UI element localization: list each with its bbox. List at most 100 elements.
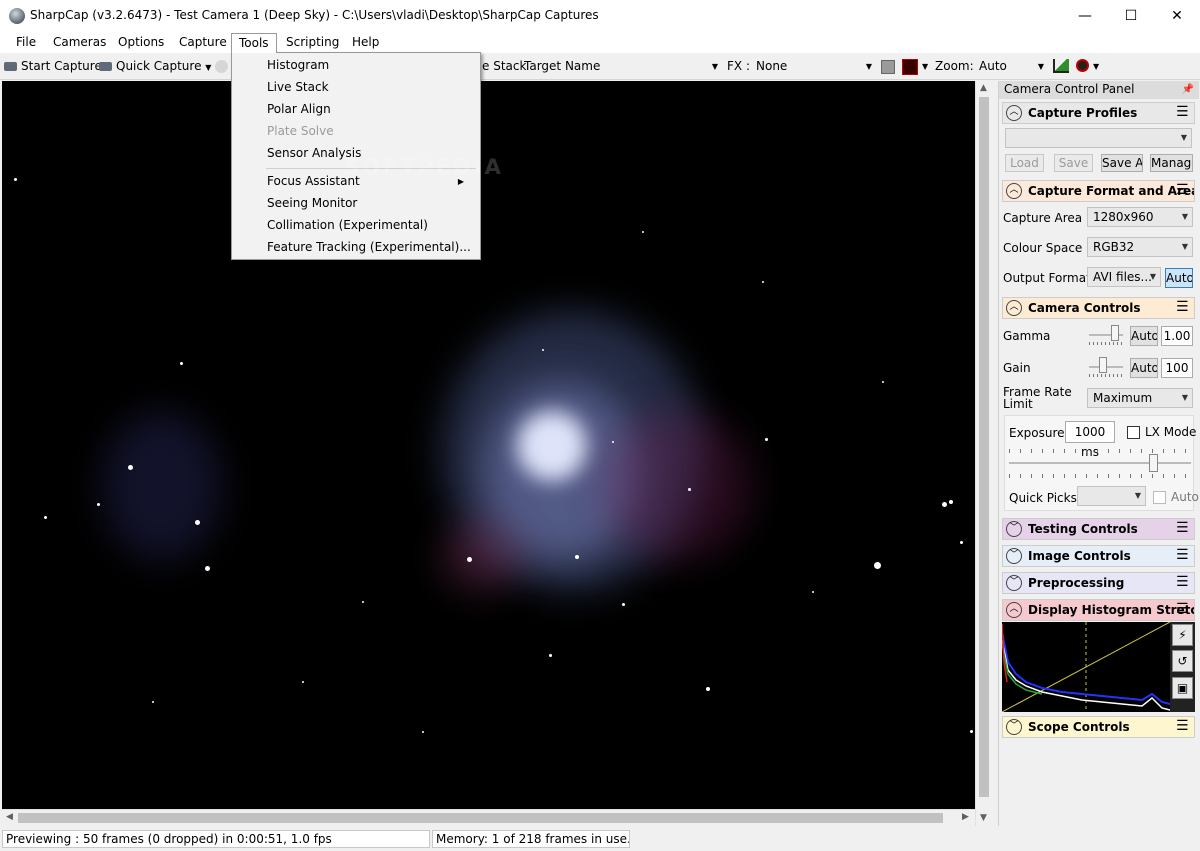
pin-icon[interactable]: 📌 — [1182, 81, 1194, 98]
camera-controls-header[interactable]: ︿ Camera Controls ☰ — [1002, 297, 1195, 319]
menu-icon[interactable]: ☰ — [1176, 602, 1190, 617]
capture-area-select[interactable]: 1280x960 ▼ — [1087, 207, 1193, 227]
capture-profiles-header[interactable]: ︿ Capture Profiles ☰ — [1002, 102, 1195, 124]
histogram-stretch-graph[interactable] — [1002, 622, 1170, 712]
menu-icon[interactable]: ☰ — [1176, 105, 1190, 120]
chevron-down-icon[interactable]: ▼ — [1093, 62, 1099, 71]
menu-cameras[interactable]: Cameras — [46, 33, 113, 53]
menu-item-histogram[interactable]: Histogram — [267, 58, 329, 72]
gain-slider[interactable] — [1089, 357, 1125, 379]
gain-value-field[interactable]: 100 — [1161, 358, 1193, 378]
chevron-down-icon[interactable]: ▼ — [922, 62, 928, 71]
exposure-value-field[interactable]: 1000 ms — [1065, 421, 1115, 459]
magnifier-icon[interactable] — [1076, 59, 1089, 72]
chevron-down-icon[interactable]: ﹀ — [1006, 575, 1022, 591]
scroll-right-icon[interactable]: ▶ — [962, 812, 969, 822]
camera-preview-image[interactable] — [2, 81, 975, 809]
horizontal-scrollbar[interactable]: ◀ ▶ — [2, 809, 975, 826]
menu-help[interactable]: Help — [345, 33, 386, 53]
gain-label: Gain — [1003, 361, 1031, 375]
close-button[interactable]: ✕ — [1154, 0, 1200, 31]
quick-picks-select[interactable]: ▼ — [1077, 486, 1146, 506]
capture-format-header[interactable]: ︿ Capture Format and Area ☰ — [1002, 180, 1195, 202]
chevron-up-icon[interactable]: ︿ — [1006, 602, 1022, 618]
window-title: SharpCap (v3.2.6473) - Test Camera 1 (De… — [30, 8, 599, 22]
menu-scripting[interactable]: Scripting — [279, 33, 346, 53]
horizontal-scroll-thumb[interactable] — [18, 813, 943, 823]
output-format-auto-button[interactable]: Auto — [1165, 268, 1193, 288]
menu-file[interactable]: File — [9, 33, 43, 53]
testing-controls-title: Testing Controls — [1028, 522, 1138, 536]
menu-item-seeing-monitor[interactable]: Seeing Monitor — [267, 196, 357, 210]
reset-icon[interactable]: ↺ — [1172, 650, 1193, 672]
frame-rate-limit-select[interactable]: Maximum ▼ — [1087, 388, 1193, 408]
scope-controls-header[interactable]: ﹀ Scope Controls ☰ — [1002, 716, 1195, 738]
stop-capture-icon[interactable] — [215, 60, 228, 73]
load-profile-button[interactable]: Load — [1005, 154, 1044, 172]
output-format-select[interactable]: AVI files... ▼ — [1087, 267, 1161, 287]
reticle-overlay-icon[interactable] — [902, 59, 918, 75]
testing-controls-header[interactable]: ﹀ Testing Controls ☰ — [1002, 518, 1195, 540]
vertical-scrollbar[interactable]: ▲ ▼ — [975, 81, 992, 826]
image-controls-header[interactable]: ﹀ Image Controls ☰ — [1002, 545, 1195, 567]
save-profile-button[interactable]: Save — [1054, 154, 1093, 172]
gamma-auto-button[interactable]: Auto — [1130, 326, 1158, 346]
maximize-button[interactable]: ☐ — [1108, 0, 1154, 31]
quick-capture-button[interactable]: Quick Capture ▼ — [99, 59, 211, 73]
manage-profiles-button[interactable]: Manage — [1150, 154, 1193, 172]
menu-icon[interactable]: ☰ — [1176, 575, 1190, 590]
lightning-icon[interactable]: ⚡ — [1172, 624, 1193, 646]
grey-square-icon[interactable] — [881, 60, 895, 74]
menu-item-collimation[interactable]: Collimation (Experimental) — [267, 218, 428, 232]
chevron-up-icon[interactable]: ︿ — [1006, 300, 1022, 316]
menu-tools[interactable]: Tools — [231, 33, 277, 53]
toolbar: Start Capture Quick Capture ▼ e Stack Ta… — [0, 53, 1200, 80]
chevron-up-icon[interactable]: ︿ — [1006, 183, 1022, 199]
scroll-left-icon[interactable]: ◀ — [6, 812, 13, 822]
vertical-scroll-thumb[interactable] — [979, 97, 989, 797]
live-stack-button[interactable]: e Stack — [482, 59, 526, 73]
save-icon[interactable]: ▣ — [1172, 677, 1193, 699]
zoom-select[interactable]: Auto ▼ — [975, 57, 1048, 76]
menu-icon[interactable]: ☰ — [1176, 183, 1190, 198]
menu-item-feature-tracking[interactable]: Feature Tracking (Experimental)... — [267, 240, 471, 254]
target-name-combo[interactable]: ▼ — [600, 57, 722, 76]
start-capture-button[interactable]: Start Capture — [4, 59, 102, 73]
colour-space-select[interactable]: RGB32 ▼ — [1087, 237, 1193, 257]
histogram-icon[interactable] — [1053, 59, 1069, 73]
exposure-slider-knob[interactable] — [1149, 454, 1158, 472]
preprocessing-title: Preprocessing — [1028, 576, 1125, 590]
capture-profile-select[interactable]: ▼ — [1005, 128, 1192, 148]
menu-options[interactable]: Options — [111, 33, 171, 53]
title-bar: SharpCap (v3.2.6473) - Test Camera 1 (De… — [0, 0, 1200, 31]
gain-auto-button[interactable]: Auto — [1130, 358, 1158, 378]
exposure-slider-track[interactable] — [1009, 462, 1191, 464]
chevron-up-icon[interactable]: ︿ — [1006, 105, 1022, 121]
scroll-up-icon[interactable]: ▲ — [980, 83, 987, 93]
menu-capture[interactable]: Capture — [172, 33, 234, 53]
menu-item-live-stack[interactable]: Live Stack — [267, 80, 329, 94]
menu-icon[interactable]: ☰ — [1176, 548, 1190, 563]
lx-mode-checkbox[interactable] — [1127, 426, 1140, 439]
menu-item-polar-align[interactable]: Polar Align — [267, 102, 331, 116]
menu-icon[interactable]: ☰ — [1176, 300, 1190, 315]
camera-control-panel: Camera Control Panel 📌 ︿ Capture Profiles ☰… — [998, 81, 1199, 826]
gamma-slider[interactable] — [1089, 325, 1125, 347]
camera-controls-title: Camera Controls — [1028, 301, 1141, 315]
gamma-value-field[interactable]: 1.00 — [1161, 326, 1193, 346]
exposure-label: Exposure — [1009, 426, 1065, 440]
preprocessing-header[interactable]: ﹀ Preprocessing ☰ — [1002, 572, 1195, 594]
zoom-label: Zoom: — [935, 59, 974, 73]
minimize-button[interactable]: — — [1062, 0, 1108, 31]
display-histogram-stretch-header[interactable]: ︿ Display Histogram Stretch ☰ — [1002, 599, 1195, 621]
save-as-profile-button[interactable]: Save As — [1101, 154, 1143, 172]
chevron-down-icon[interactable]: ﹀ — [1006, 548, 1022, 564]
capture-area-label: Capture Area — [1003, 211, 1083, 225]
exposure-auto-checkbox[interactable] — [1153, 491, 1166, 504]
menu-icon[interactable]: ☰ — [1176, 719, 1190, 734]
fx-select[interactable]: None ▼ — [752, 57, 876, 76]
menu-icon[interactable]: ☰ — [1176, 521, 1190, 536]
scroll-down-icon[interactable]: ▼ — [980, 813, 987, 823]
chevron-down-icon[interactable]: ﹀ — [1006, 521, 1022, 537]
chevron-down-icon[interactable]: ﹀ — [1006, 719, 1022, 735]
